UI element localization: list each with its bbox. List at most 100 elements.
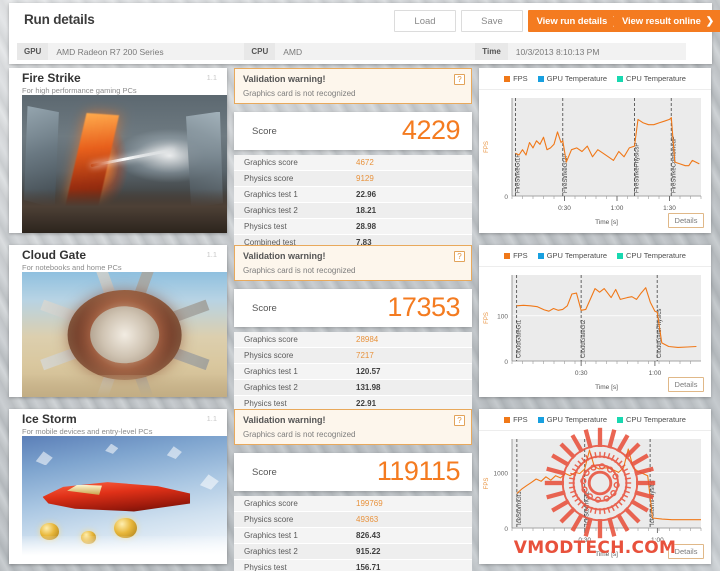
- legend-swatch-cpu-temp: [617, 416, 623, 423]
- view-result-online-button[interactable]: View result online ❯: [614, 10, 720, 32]
- svg-text:1:00: 1:00: [649, 370, 662, 377]
- benchmark-art-card: Cloud Gate For notebooks and home PCs 1.…: [9, 245, 227, 397]
- row-label: Physics score: [244, 515, 294, 524]
- red-ship: [42, 482, 191, 512]
- benchmark-art-card: Ice Storm For mobile devices and entry-l…: [9, 409, 227, 564]
- validation-warning: Validation warning! Graphics card is not…: [234, 245, 472, 281]
- chart-legend: FPS GPU Temperature CPU Temperature: [479, 409, 711, 431]
- legend-item-cpu-temp: CPU Temperature: [617, 74, 686, 83]
- score-value: 17353: [387, 291, 460, 322]
- legend-item-gpu-temp: GPU Temperature: [537, 251, 607, 260]
- table-row: Physics test 28.98: [234, 219, 472, 235]
- svg-text:FPS: FPS: [484, 141, 490, 153]
- legend-item-cpu-temp: CPU Temperature: [617, 415, 686, 424]
- table-row: Graphics score 199769: [234, 496, 472, 512]
- legend-label: CPU Temperature: [626, 415, 686, 424]
- time-label: Time: [475, 43, 508, 60]
- table-row: Graphics test 2 18.21: [234, 203, 472, 219]
- warning-title: Validation warning!: [243, 74, 326, 84]
- warning-message: Graphics card is not recognized: [243, 430, 356, 439]
- legend-label: CPU Temperature: [626, 74, 686, 83]
- table-row: Graphics test 1 120.57: [234, 364, 472, 380]
- svg-text:0:30: 0:30: [578, 537, 591, 544]
- benchmark-heading: Ice Storm For mobile devices and entry-l…: [9, 409, 227, 436]
- score-panel: Validation warning! Graphics card is not…: [234, 245, 472, 412]
- svg-text:FireStrikeGt1P: FireStrikeGt1P: [516, 154, 522, 193]
- system-info-bar: GPU AMD Radeon R7 200 Series CPU AMD Tim…: [9, 39, 712, 64]
- benchmark-art-card: Fire Strike For high performance gaming …: [9, 68, 227, 233]
- benchmark-heading: Fire Strike For high performance gaming …: [9, 68, 227, 95]
- legend-item-fps: FPS: [504, 415, 528, 424]
- row-value: 156.71: [356, 563, 381, 571]
- table-row: Graphics test 1 22.96: [234, 187, 472, 203]
- details-button[interactable]: Details: [668, 544, 704, 559]
- benchmark-name: Fire Strike: [22, 71, 81, 85]
- fps-chart-card: FPS GPU Temperature CPU Temperature 0 FPS…: [479, 68, 711, 233]
- row-label: Graphics test 2: [244, 383, 298, 392]
- help-icon[interactable]: ?: [454, 415, 465, 426]
- page-title: Run details: [24, 12, 95, 27]
- legend-item-fps: FPS: [504, 251, 528, 260]
- benchmark-row-cloud-gate: Cloud Gate For notebooks and home PCs 1.…: [9, 245, 712, 412]
- cpu-value: AMD: [275, 43, 476, 60]
- svg-text:Time [s]: Time [s]: [595, 384, 618, 391]
- total-score-card: Score 4229: [234, 112, 472, 150]
- row-label: Physics score: [244, 351, 294, 360]
- benchmark-thumbnail: [22, 95, 227, 233]
- run-details-header: Run details Load Save View run details ❯…: [9, 3, 720, 64]
- cpu-label: CPU: [244, 43, 276, 60]
- svg-text:IceStormGt1: IceStormGt1: [517, 491, 523, 525]
- benchmark-version: 1.1: [206, 414, 217, 423]
- help-icon[interactable]: ?: [454, 251, 465, 262]
- table-row: Physics test 156.71: [234, 560, 472, 571]
- warning-message: Graphics card is not recognized: [243, 89, 356, 98]
- score-label: Score: [252, 466, 277, 478]
- svg-text:IceStormGt2: IceStormGt2: [585, 491, 591, 525]
- rock-right: [186, 111, 223, 209]
- warning-message: Graphics card is not recognized: [243, 266, 356, 275]
- legend-item-cpu-temp: CPU Temperature: [617, 251, 686, 260]
- legend-swatch-fps: [504, 75, 511, 82]
- help-icon[interactable]: ?: [454, 74, 465, 85]
- benchmark-version: 1.1: [206, 73, 217, 82]
- table-row: Physics score 9129: [234, 171, 472, 187]
- fps-chart-card: FPS GPU Temperature CPU Temperature 0 100…: [479, 245, 711, 397]
- legend-swatch-fps: [504, 416, 511, 423]
- row-value: 49363: [356, 515, 379, 524]
- table-row: Graphics score 4672: [234, 155, 472, 171]
- score-label: Score: [252, 125, 277, 137]
- svg-text:0: 0: [504, 194, 508, 201]
- details-button[interactable]: Details: [668, 377, 704, 392]
- benchmark-name: Cloud Gate: [22, 248, 87, 262]
- load-button[interactable]: Load: [394, 10, 456, 32]
- row-value: 915.22: [356, 547, 381, 556]
- row-value: 28984: [356, 335, 379, 344]
- row-label: Graphics test 2: [244, 547, 298, 556]
- row-label: Graphics score: [244, 158, 298, 167]
- table-row: Graphics test 1 826.43: [234, 528, 472, 544]
- legend-item-fps: FPS: [504, 74, 528, 83]
- time-field: Time 10/3/2013 8:10:13 PM: [475, 43, 686, 60]
- svg-text:0:30: 0:30: [575, 370, 588, 377]
- score-value: 119115: [376, 455, 461, 486]
- benchmark-name: Ice Storm: [22, 412, 77, 426]
- ice-storm-artwork: [22, 436, 227, 564]
- table-row: Graphics score 28984: [234, 332, 472, 348]
- row-label: Graphics test 1: [244, 531, 298, 540]
- blade-streak: [90, 147, 176, 167]
- score-panel: Validation warning! Graphics card is not…: [234, 409, 472, 571]
- score-panel: Validation warning! Graphics card is not…: [234, 68, 472, 251]
- svg-text:CloudGateGt1: CloudGateGt1: [517, 319, 523, 358]
- svg-text:1:30: 1:30: [663, 205, 676, 212]
- fps-line-chart: 0 FPS 0:30 1:00 1:30 Time [s] FireStrikeGt1P Fi…: [484, 98, 702, 226]
- gpu-value: AMD Radeon R7 200 Series: [48, 43, 245, 60]
- save-button[interactable]: Save: [461, 10, 523, 32]
- row-value: 9129: [356, 174, 374, 183]
- row-label: Graphics score: [244, 499, 298, 508]
- svg-text:0: 0: [504, 526, 508, 533]
- svg-text:FireStrikePhysicsP: FireStrikePhysicsP: [635, 143, 641, 193]
- row-label: Graphics score: [244, 335, 298, 344]
- svg-text:1:00: 1:00: [651, 537, 664, 544]
- details-button[interactable]: Details: [668, 213, 704, 228]
- benchmark-row-ice-storm: Ice Storm For mobile devices and entry-l…: [9, 409, 712, 571]
